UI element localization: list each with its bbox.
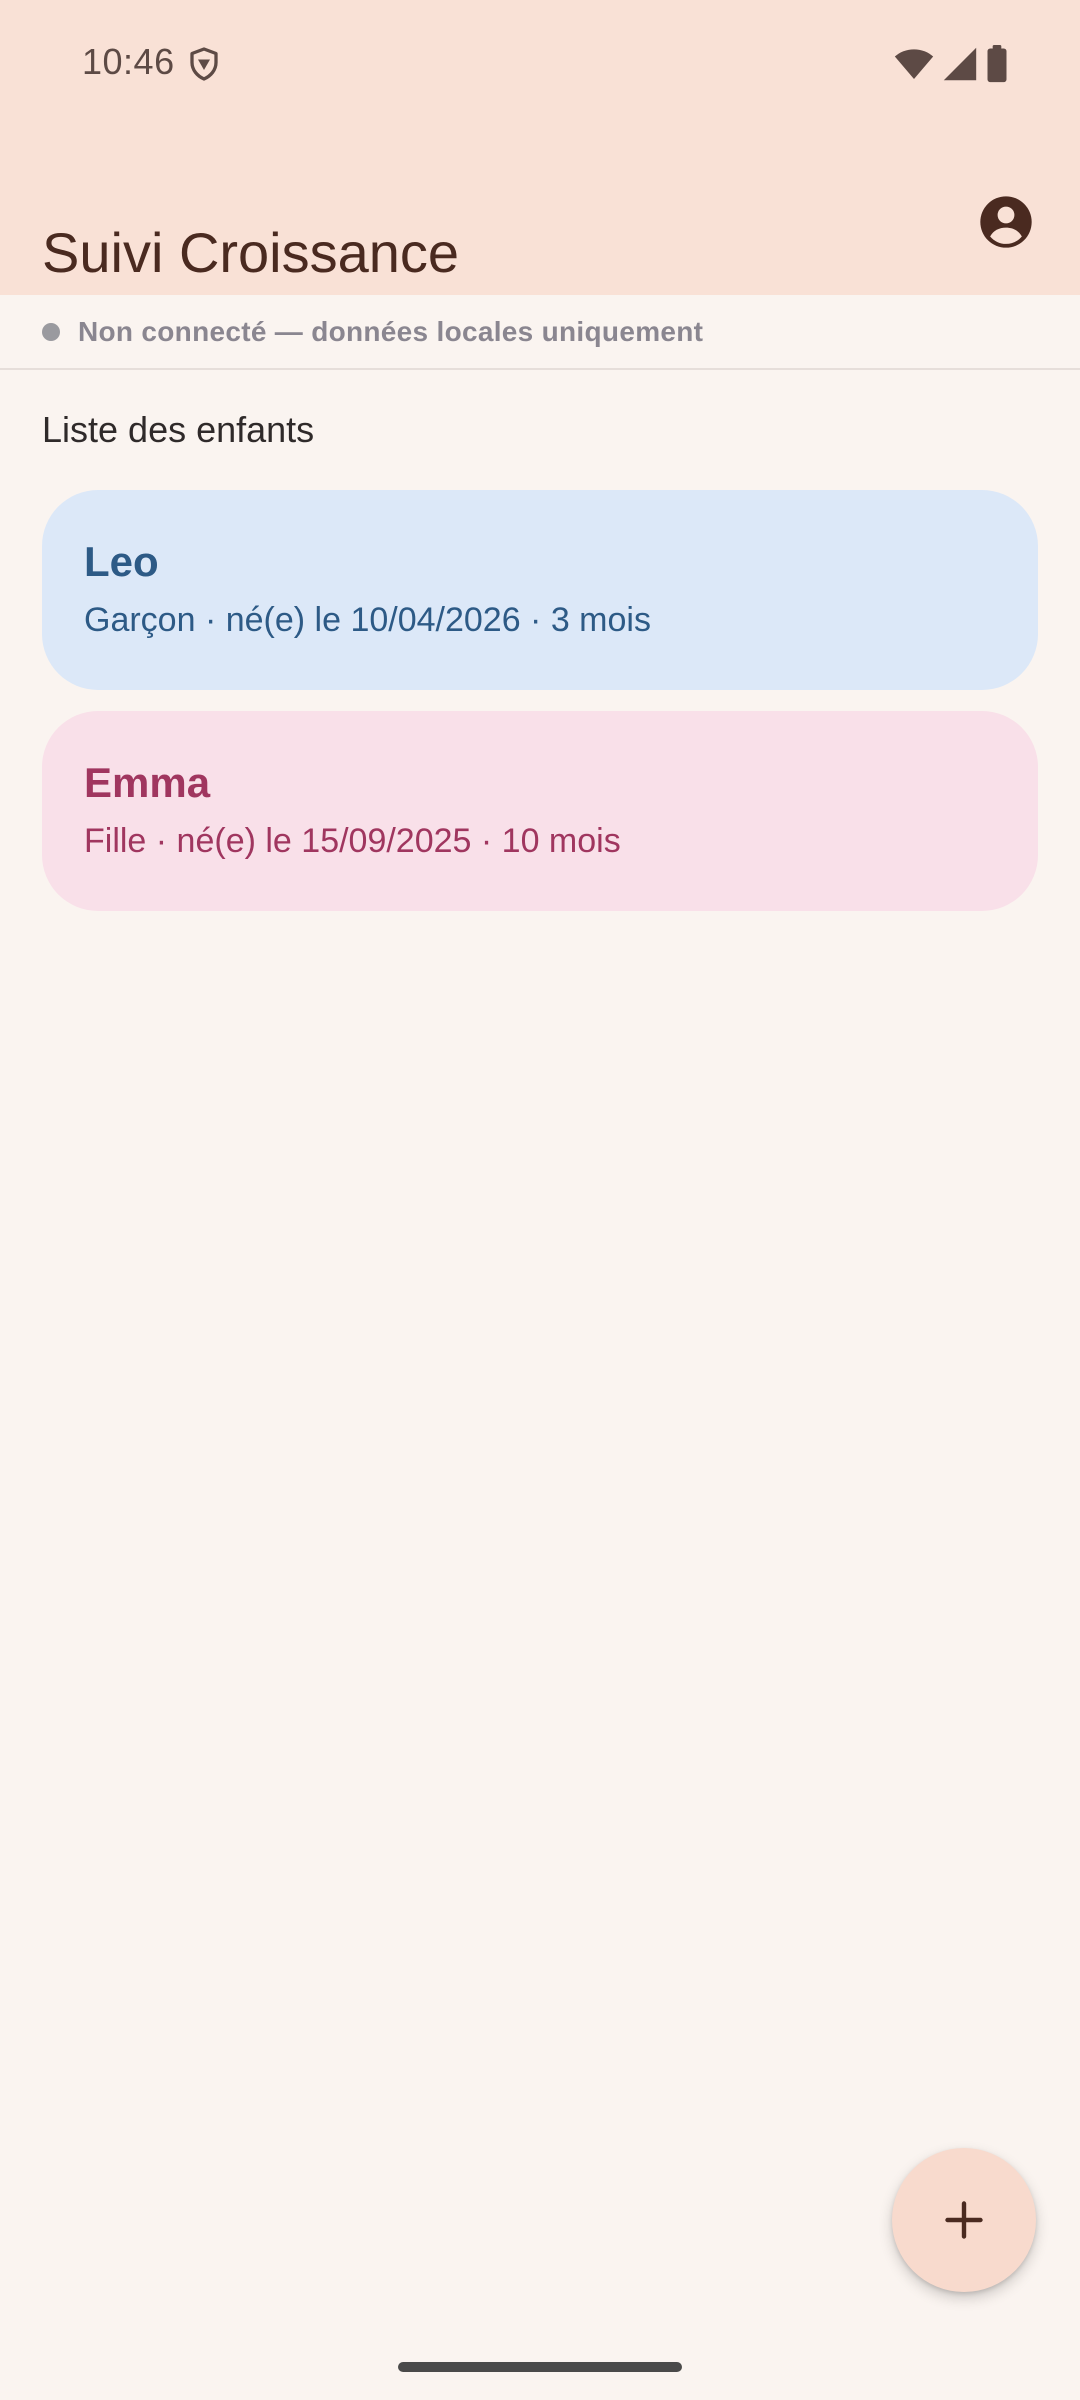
battery-icon bbox=[986, 45, 1008, 83]
connection-status-dot bbox=[42, 323, 60, 341]
cellular-signal-icon bbox=[942, 46, 978, 82]
account-circle-icon bbox=[980, 196, 1032, 248]
gesture-navigation-bar[interactable] bbox=[398, 2362, 682, 2372]
connection-status-banner: Non connecté — données locales uniquemen… bbox=[0, 295, 1080, 370]
children-list-title: Liste des enfants bbox=[42, 409, 315, 450]
status-icons bbox=[894, 42, 1008, 86]
child-name: Emma bbox=[84, 759, 211, 806]
account-button[interactable] bbox=[962, 178, 1050, 266]
connection-status-text: Non connecté — données locales uniquemen… bbox=[78, 316, 704, 347]
plus-icon bbox=[945, 2201, 983, 2239]
child-details: Garçon · né(e) le 10/04/2026 · 3 mois bbox=[84, 601, 651, 639]
header-area: 10:46 Suivi Croissance bbox=[0, 0, 1080, 295]
status-bar: 10:46 bbox=[0, 0, 1080, 128]
child-card-emma[interactable]: Emma Fille · né(e) le 15/09/2025 · 10 mo… bbox=[42, 711, 1038, 911]
add-child-button[interactable] bbox=[892, 2148, 1036, 2292]
app-bar: Suivi Croissance bbox=[0, 128, 1080, 295]
child-details: Fille · né(e) le 15/09/2025 · 10 mois bbox=[84, 822, 621, 860]
wifi-icon bbox=[894, 46, 934, 82]
child-name: Leo bbox=[84, 538, 159, 585]
status-time: 10:46 bbox=[82, 41, 175, 82]
app-title: Suivi Croissance bbox=[42, 220, 460, 284]
child-card-leo[interactable]: Leo Garçon · né(e) le 10/04/2026 · 3 moi… bbox=[42, 490, 1038, 690]
vpn-shield-icon bbox=[186, 46, 222, 82]
